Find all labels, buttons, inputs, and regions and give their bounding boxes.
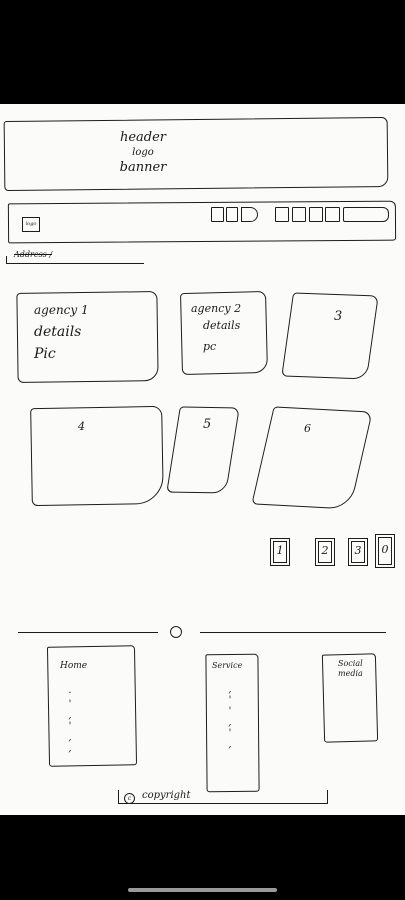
header-banner-label: banner <box>119 160 167 175</box>
copyright-icon: c <box>124 793 135 804</box>
header-title: header <box>119 130 167 145</box>
nav-item-1[interactable] <box>211 207 224 222</box>
page-button-1-frame <box>273 541 287 563</box>
screen: header logo banner logo Address / agency… <box>0 0 405 900</box>
nav-item-2[interactable] <box>226 207 238 222</box>
nav-item-4[interactable] <box>275 207 289 222</box>
agency-card-2-title: agency 2 <box>191 302 242 315</box>
header-banner <box>3 116 389 192</box>
divider-circle-icon <box>170 626 182 638</box>
footer-home-label[interactable]: Home <box>60 661 87 671</box>
nav-item-3[interactable] <box>241 207 258 222</box>
agency-card-6[interactable] <box>251 406 373 510</box>
footer-home-dots: · ', ',, <box>68 688 72 754</box>
footer-social-label[interactable]: Social media <box>338 659 372 679</box>
page-button-3-frame <box>351 541 365 563</box>
footer-service-label[interactable]: Service <box>212 661 242 671</box>
agency-card-4[interactable] <box>30 405 164 507</box>
footer-divider-left <box>18 632 158 633</box>
agency-card-2-details: details <box>203 319 241 332</box>
nav-item-7[interactable] <box>325 207 340 222</box>
agency-card-5-label: 5 <box>203 417 212 432</box>
footer-service-dots: , ' ', ', <box>228 684 232 750</box>
header-text: header logo banner <box>98 130 188 175</box>
agency-card-2-pic: pc <box>203 340 217 353</box>
address-label: Address / <box>14 250 53 259</box>
agency-card-6-label: 6 <box>304 422 311 435</box>
page-button-next-frame <box>378 537 392 565</box>
home-indicator[interactable] <box>128 888 277 892</box>
agency-card-1-pic: Pic <box>34 346 56 362</box>
page-button-3[interactable]: 3 <box>348 538 368 566</box>
agency-card-1-text: agency 1 details Pic <box>34 299 89 365</box>
agency-card-4-label: 4 <box>78 420 85 433</box>
footer-divider-right <box>200 632 386 633</box>
agency-card-3[interactable] <box>281 292 379 380</box>
nav-search-box[interactable] <box>343 207 389 222</box>
page-button-2[interactable]: 2 <box>315 538 335 566</box>
nav-item-5[interactable] <box>292 207 306 222</box>
nav-item-6[interactable] <box>309 207 323 222</box>
copyright-text: copyright <box>142 790 191 801</box>
page-button-2-frame <box>318 541 332 563</box>
agency-card-1-title: agency 1 <box>34 303 89 317</box>
wireframe-sketch: header logo banner logo Address / agency… <box>0 104 405 815</box>
header-logo-label: logo <box>132 147 154 158</box>
page-button-1[interactable]: 1 <box>270 538 290 566</box>
agency-card-3-label: 3 <box>334 309 343 324</box>
agency-card-1-details: details <box>34 324 82 340</box>
page-button-next[interactable]: 0 <box>375 534 395 568</box>
agency-card-2-text: agency 2 details pc <box>191 300 241 355</box>
nav-logo[interactable]: logo <box>22 217 40 232</box>
